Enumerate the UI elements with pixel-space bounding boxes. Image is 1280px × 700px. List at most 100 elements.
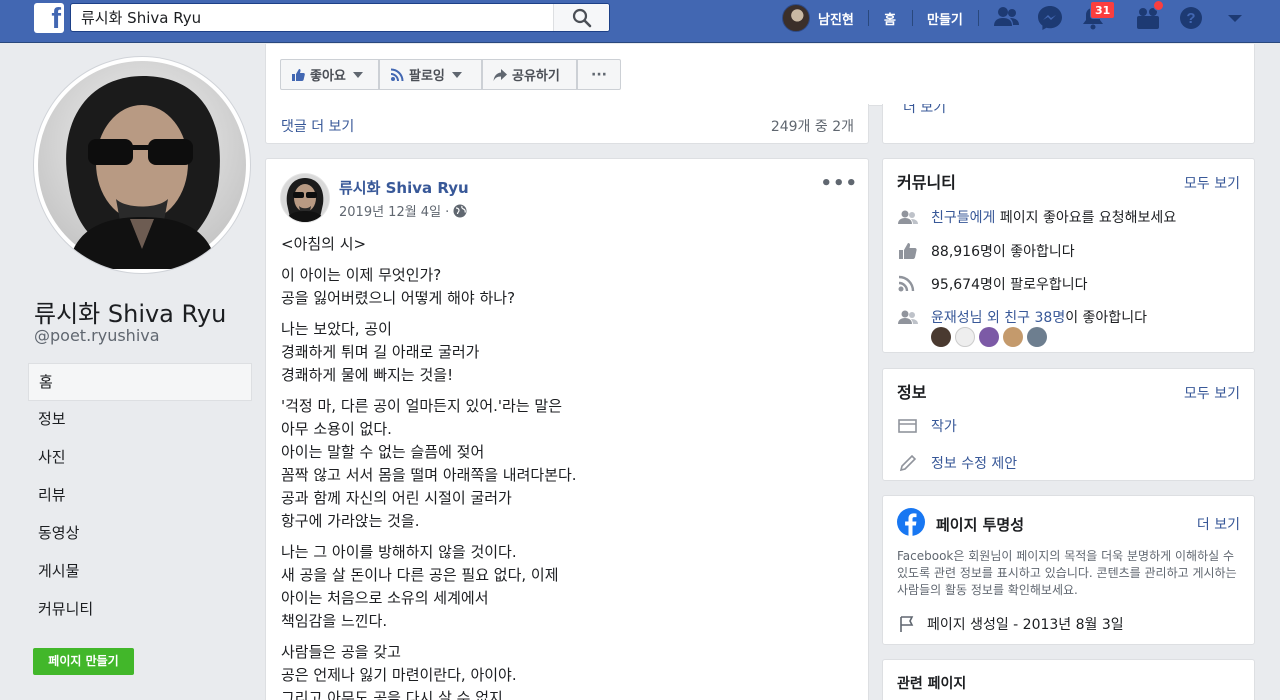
- post-author-name[interactable]: 류시화 Shiva Ryu: [339, 177, 469, 198]
- top-navigation-bar: f 남진현 홈 만들기 31 ?: [0, 0, 1280, 43]
- friends-like-text: 이 좋아합니다: [1065, 310, 1147, 326]
- like-button[interactable]: 좋아요: [280, 59, 379, 90]
- search-input[interactable]: [71, 4, 555, 31]
- post-paragraph: 이 아이는 이제 무엇인가? 공을 잃어버렸으니 어떻게 해야 하나?: [281, 266, 516, 307]
- page-nav-about[interactable]: 정보: [28, 401, 252, 439]
- avatar[interactable]: [1027, 327, 1047, 347]
- post-text: <아침의 시> 이 아이는 이제 무엇인가? 공을 잃어버렸으니 어떻게 해야 …: [281, 233, 856, 700]
- category-folder-icon: [898, 419, 917, 433]
- share-button-label: 공유하기: [512, 69, 560, 84]
- post-paragraph: 사람들은 공을 갖고 공은 언제나 잃기 마련이란다, 아이야. 그리고 아무도…: [281, 643, 517, 700]
- post-paragraph: <아침의 시>: [281, 235, 367, 253]
- more-options-icon: ···: [591, 66, 607, 83]
- messenger-icon[interactable]: [1035, 4, 1065, 32]
- account-menu-chevron-down-icon[interactable]: [1222, 4, 1252, 32]
- following-button-label: 팔로잉: [409, 69, 445, 84]
- post-timestamp[interactable]: 2019년 12월 4일 ·: [339, 201, 467, 220]
- post-author-avatar[interactable]: [281, 174, 329, 222]
- post-paragraph: 나는 그 아이를 방해하지 않을 것이다. 새 공을 살 돈이나 다른 공은 필…: [281, 543, 559, 630]
- thumbs-up-icon: [899, 243, 917, 259]
- about-card: 정보 모두 보기 작가 정보 수정 제안: [882, 368, 1255, 481]
- svg-text:?: ?: [1186, 10, 1195, 27]
- nav-divider: [868, 10, 869, 26]
- see-more-link[interactable]: 더 보기: [903, 104, 946, 117]
- nav-profile-link[interactable]: 남진현: [782, 3, 854, 33]
- globe-icon: [453, 204, 467, 217]
- page-follows-row: 95,674명이 팔로우합니다: [897, 274, 1087, 294]
- page-category-link[interactable]: 작가: [931, 416, 957, 436]
- chevron-down-icon: [451, 71, 462, 78]
- page-created-date: 페이지 생성일 - 2013년 8월 3일: [927, 617, 1124, 633]
- search-icon: [572, 8, 592, 28]
- pencil-icon: [899, 454, 917, 472]
- like-button-label: 좋아요: [310, 69, 346, 84]
- friends-icon: [898, 310, 918, 324]
- page-action-bar: 좋아요 팔로잉 공유하기 ···: [265, 44, 1255, 106]
- post-options-icon[interactable]: •••: [820, 173, 858, 194]
- nav-divider: [912, 10, 913, 26]
- page-likes-count: 88,916명이 좋아합니다: [931, 244, 1075, 260]
- nav-create-link[interactable]: 만들기: [927, 9, 963, 28]
- friend-avatars: [931, 327, 1051, 347]
- community-card: 커뮤니티 모두 보기 친구들에게 페이지 좋아요를 요청해보세요 88,916명…: [882, 158, 1255, 353]
- transparency-see-more-link[interactable]: 더 보기: [1197, 514, 1240, 534]
- suggest-edit-link[interactable]: 정보 수정 제안: [931, 453, 1017, 473]
- view-more-comments-link[interactable]: 댓글 더 보기: [281, 116, 354, 136]
- post-card: 류시화 Shiva Ryu 2019년 12월 4일 · ••• <아침의 시>…: [265, 158, 869, 700]
- more-options-button[interactable]: ···: [577, 59, 621, 90]
- invite-friends-link[interactable]: 친구들에게: [931, 210, 995, 226]
- page-nav-community[interactable]: 커뮤니티: [28, 591, 252, 629]
- facebook-logo-icon[interactable]: f: [34, 3, 64, 35]
- page-profile-picture[interactable]: [34, 57, 250, 273]
- chevron-down-icon: [352, 71, 363, 78]
- avatar[interactable]: [931, 327, 951, 347]
- about-see-all-link[interactable]: 모두 보기: [1184, 383, 1240, 403]
- page-nav-videos[interactable]: 동영상: [28, 515, 252, 553]
- related-pages-title: 관련 페이지: [897, 676, 967, 692]
- create-page-button[interactable]: 페이지 만들기: [33, 648, 134, 675]
- transparency-description: Facebook은 회원님이 페이지의 목적을 더욱 분명하게 이해하실 수 있…: [897, 549, 1237, 597]
- invite-friends-icon: [898, 210, 918, 224]
- avatar[interactable]: [1003, 327, 1023, 347]
- page-follows-count: 95,674명이 팔로우합니다: [931, 277, 1088, 293]
- nav-home-link[interactable]: 홈: [884, 9, 896, 28]
- page-likes-row: 88,916명이 좋아합니다: [897, 241, 1075, 261]
- community-see-all-link[interactable]: 모두 보기: [1184, 173, 1240, 193]
- search-button[interactable]: [553, 4, 609, 31]
- page-nav-reviews[interactable]: 리뷰: [28, 477, 252, 515]
- rss-follow-icon: [898, 275, 915, 292]
- community-title: 커뮤니티: [897, 173, 956, 192]
- friend-requests-icon[interactable]: [992, 4, 1022, 32]
- about-title: 정보: [897, 383, 927, 402]
- avatar[interactable]: [955, 327, 975, 347]
- facebook-circle-icon: [897, 508, 925, 536]
- nav-divider: [978, 10, 979, 26]
- avatar[interactable]: [979, 327, 999, 347]
- rss-follow-icon: [390, 68, 404, 81]
- page-transparency-card: 페이지 투명성 더 보기 Facebook은 회원님이 페이지의 목적을 더욱 …: [882, 495, 1255, 645]
- nav-user-name: 남진현: [818, 12, 854, 28]
- post-date-text: 2019년 12월 4일 ·: [339, 205, 450, 220]
- following-button[interactable]: 팔로잉: [379, 59, 482, 90]
- search-box: [70, 3, 610, 32]
- help-icon[interactable]: ?: [1177, 4, 1207, 32]
- page-category-row: 작가: [897, 416, 957, 436]
- page-navigation: 홈 정보 사진 리뷰 동영상 게시물 커뮤니티: [28, 363, 252, 629]
- page-nav-photos[interactable]: 사진: [28, 439, 252, 477]
- avatar: [782, 4, 810, 32]
- previous-post-comments: 댓글 더 보기 249개 중 2개: [265, 104, 869, 144]
- page-nav-home[interactable]: 홈: [28, 363, 252, 401]
- page-created-row: 페이지 생성일 - 2013년 8월 3일: [897, 614, 1124, 634]
- right-top-card: 더 보기: [882, 104, 1255, 144]
- friends-like-link[interactable]: 윤재성님 외 친구 38명: [931, 310, 1065, 326]
- page-username-link[interactable]: @poet.ryushiva: [34, 326, 160, 345]
- transparency-title: 페이지 투명성: [936, 516, 1025, 534]
- share-button[interactable]: 공유하기: [482, 59, 577, 90]
- flag-icon: [900, 616, 914, 632]
- thumbs-up-icon: [292, 68, 305, 81]
- page-nav-posts[interactable]: 게시물: [28, 553, 252, 591]
- page-manager-dot: [1153, 0, 1164, 11]
- comment-count: 249개 중 2개: [770, 119, 854, 135]
- invite-friends-row: 친구들에게 페이지 좋아요를 요청해보세요: [897, 207, 1176, 227]
- related-pages-card: 관련 페이지: [882, 659, 1255, 700]
